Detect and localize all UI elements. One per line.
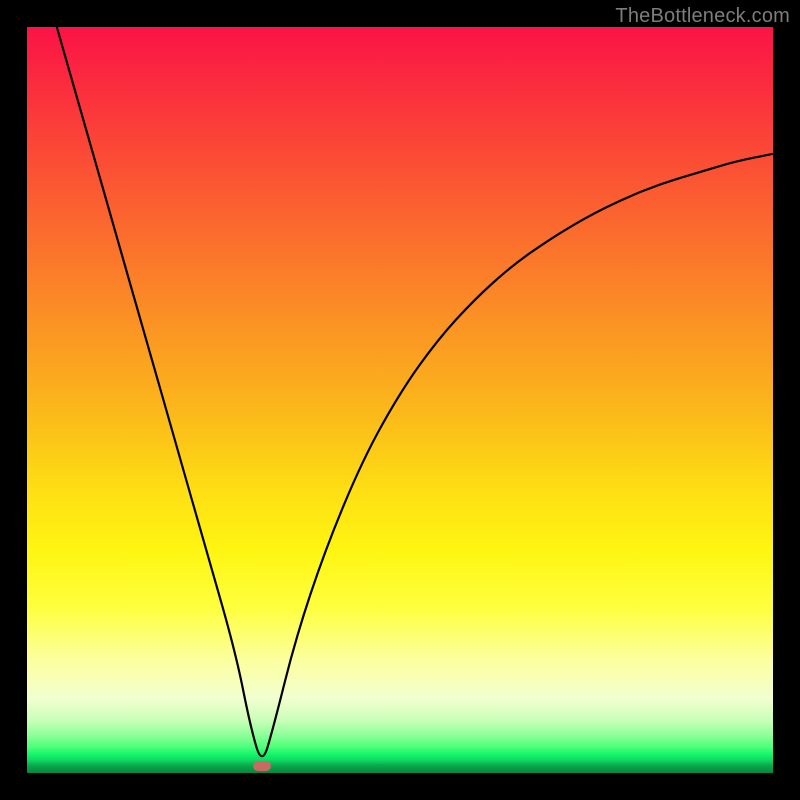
chart-frame: TheBottleneck.com	[0, 0, 800, 800]
minimum-marker	[253, 761, 271, 771]
watermark-text: TheBottleneck.com	[615, 5, 790, 28]
bottleneck-curve	[27, 27, 773, 773]
plot-area	[27, 27, 773, 773]
